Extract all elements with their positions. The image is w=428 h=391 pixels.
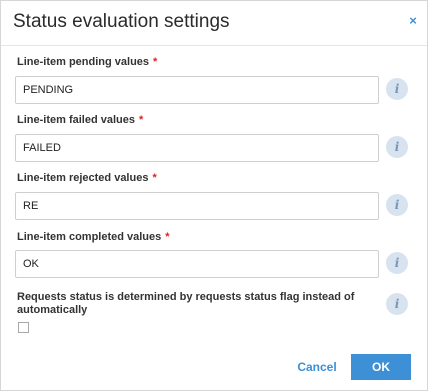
failed-values-label: Line-item failed values * [17,114,143,126]
required-marker: * [152,172,157,184]
info-glyph: i [394,198,400,212]
completed-values-label-text: Line-item completed values [17,231,162,243]
info-glyph: i [394,140,400,154]
cancel-button[interactable]: Cancel [291,354,343,380]
info-glyph: i [394,297,400,311]
info-icon[interactable]: i [386,78,408,100]
requests-status-flag-checkbox[interactable] [18,322,29,333]
dialog-header: Status evaluation settings × [1,1,427,46]
rejected-values-label: Line-item rejected values * [17,172,157,184]
pending-values-input[interactable] [15,76,379,104]
required-marker: * [153,56,158,68]
failed-values-input[interactable] [15,134,379,162]
info-glyph: i [394,82,400,96]
rejected-values-input[interactable] [15,192,379,220]
info-glyph: i [394,256,400,270]
failed-values-label-text: Line-item failed values [17,114,135,126]
completed-values-input[interactable] [15,250,379,278]
completed-values-label: Line-item completed values * [17,231,170,243]
required-marker: * [165,231,170,243]
info-icon[interactable]: i [386,293,408,315]
close-icon[interactable]: × [405,13,421,29]
info-icon[interactable]: i [386,252,408,274]
info-icon[interactable]: i [386,194,408,216]
pending-values-label-text: Line-item pending values [17,56,150,68]
ok-button[interactable]: OK [351,354,411,380]
pending-values-label: Line-item pending values * [17,56,157,68]
requests-status-flag-label: Requests status is determined by request… [17,291,355,316]
dialog-title: Status evaluation settings [13,11,230,32]
status-evaluation-dialog: Status evaluation settings × Line-item p… [0,0,428,391]
required-marker: * [138,114,144,126]
rejected-values-label-text: Line-item rejected values [17,172,149,184]
info-icon[interactable]: i [386,136,408,158]
